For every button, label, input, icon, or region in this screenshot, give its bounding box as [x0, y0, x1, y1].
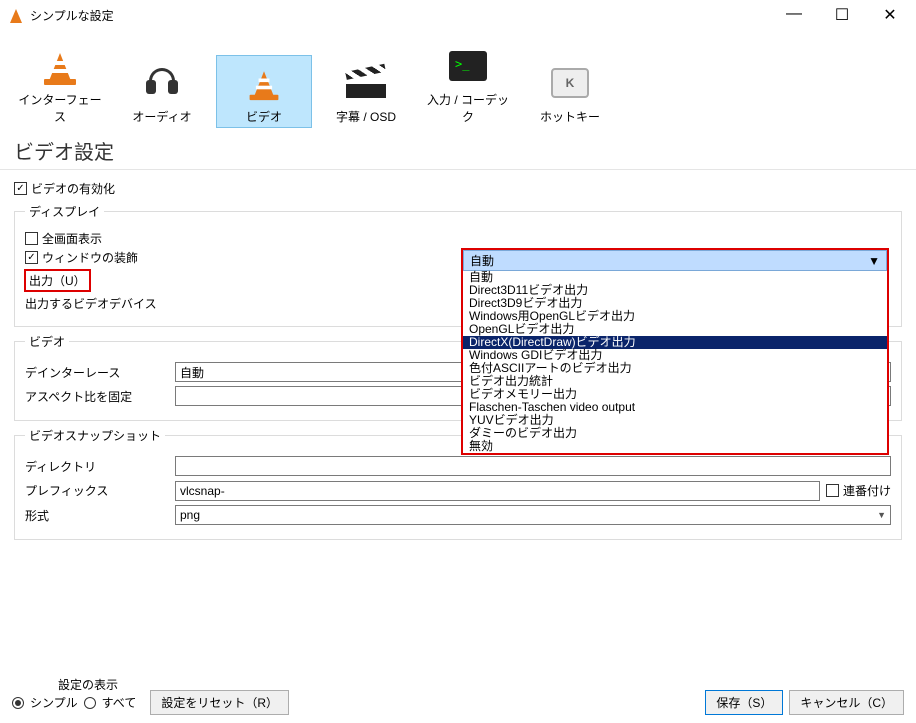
cancel-button[interactable]: キャンセル（C）	[789, 690, 904, 715]
aspect-label: アスペクト比を固定	[25, 388, 175, 405]
view-mode-radios: シンプル すべて	[12, 694, 136, 711]
tab-label: 入力 / コーデック	[423, 91, 513, 125]
output-option[interactable]: ダミーのビデオ出力	[463, 427, 887, 440]
tab-label: ビデオ	[219, 108, 309, 125]
output-dropdown[interactable]: 自動 ▼ 自動 Direct3D11ビデオ出力 Direct3D9ビデオ出力 W…	[461, 248, 889, 455]
close-button[interactable]: ✕	[878, 5, 902, 25]
output-combo-selected[interactable]: 自動 ▼	[463, 250, 887, 271]
fullscreen-checkbox[interactable]: 全画面表示	[25, 230, 891, 247]
output-option[interactable]: 無効	[463, 440, 887, 453]
tab-label: オーディオ	[117, 108, 207, 125]
checkbox-icon	[14, 182, 27, 195]
sequential-checkbox[interactable]: 連番付け	[826, 482, 891, 499]
titlebar: シンプルな設定 — ☐ ✕	[0, 0, 916, 30]
decorations-label: ウィンドウの装飾	[42, 249, 138, 266]
chevron-down-icon: ▼	[877, 510, 886, 520]
tab-hotkeys[interactable]: K ホットキー	[522, 55, 618, 128]
reset-button[interactable]: 設定をリセット（R）	[150, 690, 289, 715]
chevron-down-icon: ▼	[868, 254, 880, 268]
snapshot-legend: ビデオスナップショット	[25, 427, 165, 444]
prefix-input[interactable]	[175, 481, 820, 501]
page-title: ビデオ設定	[0, 128, 916, 170]
tab-label: インターフェース	[15, 91, 105, 125]
output-device-label: 出力するビデオデバイス	[25, 295, 175, 312]
window-buttons: — ☐ ✕	[782, 5, 902, 25]
checkbox-icon	[25, 232, 38, 245]
category-tabs: インターフェース オーディオ ビデオ 字幕 / OSD 入力 / コーデック K…	[0, 30, 916, 128]
save-button[interactable]: 保存（S）	[705, 690, 783, 715]
tab-subtitles[interactable]: 字幕 / OSD	[318, 55, 414, 128]
display-legend: ディスプレイ	[25, 203, 104, 220]
deinterlace-label: デインターレース	[25, 364, 175, 381]
radio-all-label: すべて	[102, 694, 137, 711]
checkbox-icon	[826, 484, 839, 497]
directory-label: ディレクトリ	[25, 458, 175, 475]
radio-all[interactable]	[84, 697, 96, 709]
tab-video[interactable]: ビデオ	[216, 55, 312, 128]
minimize-button[interactable]: —	[782, 5, 806, 25]
enable-video-label: ビデオの有効化	[31, 180, 115, 197]
format-combo[interactable]: png▼	[175, 505, 891, 525]
directory-input[interactable]	[175, 456, 891, 476]
maximize-button[interactable]: ☐	[830, 5, 854, 25]
radio-simple[interactable]	[12, 697, 24, 709]
enable-video-checkbox[interactable]: ビデオの有効化	[14, 180, 902, 197]
tab-codecs[interactable]: 入力 / コーデック	[420, 38, 516, 128]
footer: シンプル すべて 設定をリセット（R） 保存（S） キャンセル（C）	[12, 690, 904, 715]
video-legend: ビデオ	[25, 333, 69, 350]
tab-audio[interactable]: オーディオ	[114, 55, 210, 128]
fullscreen-label: 全画面表示	[42, 230, 102, 247]
output-option-list: 自動 Direct3D11ビデオ出力 Direct3D9ビデオ出力 Window…	[463, 271, 887, 453]
prefix-label: プレフィックス	[25, 482, 175, 499]
tab-label: ホットキー	[525, 108, 615, 125]
output-label: 出力（U）	[25, 270, 90, 291]
format-label: 形式	[25, 507, 175, 524]
tab-interface[interactable]: インターフェース	[12, 38, 108, 128]
tab-label: 字幕 / OSD	[321, 108, 411, 125]
vlc-icon	[8, 7, 24, 23]
window-title: シンプルな設定	[30, 7, 782, 24]
sequential-label: 連番付け	[843, 482, 891, 499]
checkbox-icon	[25, 251, 38, 264]
radio-simple-label: シンプル	[30, 694, 78, 711]
